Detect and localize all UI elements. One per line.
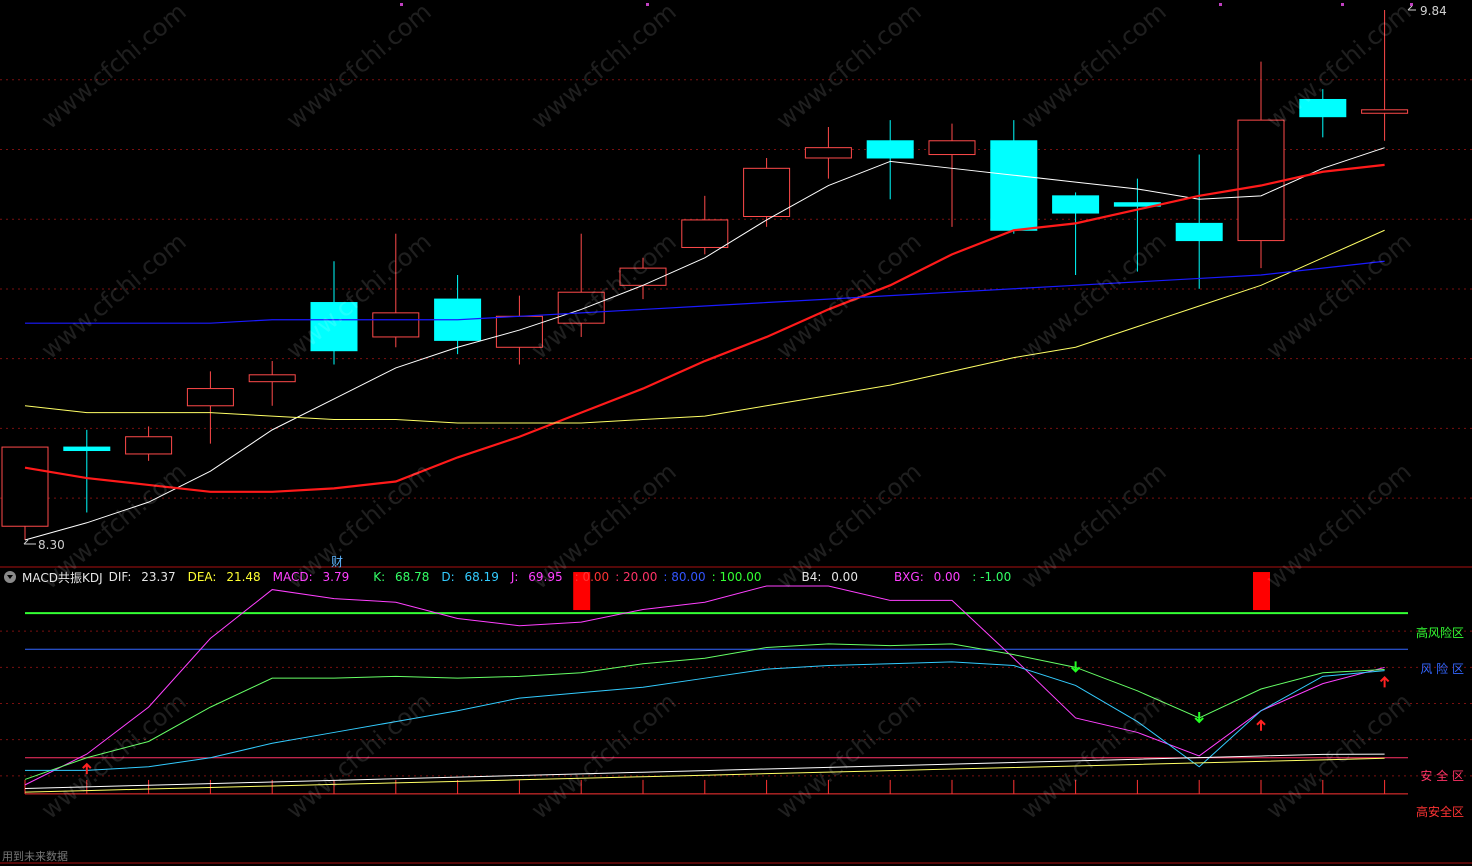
kline-chart: www.cfchi.com www.cfchi.com www.cfchi.com w… bbox=[0, 0, 1472, 864]
zone-high-safe-label: 高安全区 bbox=[1415, 805, 1464, 819]
footer-future-data[interactable]: 用到未来数据 bbox=[2, 848, 68, 864]
dif-label: DIF: bbox=[108, 570, 132, 584]
zone-risk-label: 风 险 区 bbox=[1420, 662, 1464, 676]
watermark-text: www.cfchi.com bbox=[771, 0, 927, 135]
zone-safe-label: 安 全 区 bbox=[1420, 769, 1464, 783]
k-value: 68.78 bbox=[394, 570, 430, 584]
price-high-label: 9.84 bbox=[1420, 4, 1447, 18]
candle-up bbox=[372, 312, 420, 338]
watermark-text: www.cfchi.com bbox=[1261, 457, 1417, 594]
zone-high-risk-label: 高风险区 bbox=[1415, 626, 1464, 640]
collapse-icon[interactable] bbox=[4, 571, 16, 583]
top-tick-mark bbox=[1341, 3, 1344, 6]
dif-value: 23.37 bbox=[141, 570, 176, 584]
candle-up bbox=[248, 374, 296, 383]
level-80: : 80.00 bbox=[663, 570, 706, 584]
ma60-line bbox=[25, 260, 1385, 324]
watermark-text: www.cfchi.com bbox=[281, 0, 437, 135]
watermark-text: www.cfchi.com bbox=[281, 687, 437, 824]
b4-label: B4: bbox=[801, 570, 822, 584]
indicator-header: MACD共振KDJ DIF: 23.37 DEA: 21.48 MACD: 3.… bbox=[4, 569, 1017, 585]
candle-up bbox=[1237, 119, 1285, 242]
b4-value: 0.00 bbox=[831, 570, 858, 584]
watermark-text: www.cfchi.com bbox=[1016, 227, 1172, 364]
dea-value: 21.48 bbox=[226, 570, 261, 584]
watermark-text: www.cfchi.com bbox=[526, 227, 682, 364]
watermark-text: www.cfchi.com bbox=[1016, 0, 1172, 135]
watermark-text: www.cfchi.com bbox=[526, 687, 682, 824]
buy-arrow-icon bbox=[1256, 719, 1266, 731]
watermark-text: www.cfchi.com bbox=[1016, 687, 1172, 824]
candle-down bbox=[1052, 195, 1100, 214]
level-0: : 0.00 bbox=[574, 570, 610, 584]
d-value: 68.19 bbox=[464, 570, 499, 584]
candle-down bbox=[63, 446, 111, 452]
price-low-label: 8.30 bbox=[38, 538, 65, 552]
watermark-text: www.cfchi.com bbox=[771, 227, 927, 364]
watermark-text: www.cfchi.com bbox=[1016, 457, 1172, 594]
candle-up bbox=[1361, 109, 1409, 114]
level-100: : 100.00 bbox=[711, 570, 762, 584]
bxg-value: 0.00 bbox=[933, 570, 961, 584]
price-high-pointer bbox=[1407, 5, 1416, 11]
top-tick-mark bbox=[646, 3, 649, 6]
candle-down bbox=[1175, 222, 1223, 242]
watermark-text: www.cfchi.com bbox=[526, 0, 682, 135]
level-20: : 20.00 bbox=[615, 570, 658, 584]
candle-down bbox=[866, 140, 914, 159]
top-tick-mark bbox=[1410, 3, 1413, 6]
price-low-pointer bbox=[23, 539, 36, 545]
dea-label: DEA: bbox=[187, 570, 217, 584]
bxg-label: BXG: bbox=[893, 570, 924, 584]
candle-up bbox=[1, 446, 49, 527]
top-tick-mark bbox=[1219, 3, 1222, 6]
top-tick-mark bbox=[400, 3, 403, 6]
watermark-text: www.cfchi.com bbox=[36, 0, 192, 135]
watermark-text: www.cfchi.com bbox=[281, 227, 437, 364]
candle-up bbox=[804, 147, 852, 159]
macd-label: MACD: bbox=[272, 570, 313, 584]
watermark-text: www.cfchi.com bbox=[771, 687, 927, 824]
dea-line bbox=[24, 643, 1385, 780]
k-label: K: bbox=[373, 570, 386, 584]
indicator-name[interactable]: MACD共振KDJ bbox=[22, 569, 103, 586]
watermark-text: www.cfchi.com bbox=[1261, 227, 1417, 364]
candle-down bbox=[990, 140, 1038, 231]
d-label: D: bbox=[441, 570, 455, 584]
k-line bbox=[25, 661, 1385, 771]
j-value: 69.95 bbox=[528, 570, 563, 584]
dif-line bbox=[24, 585, 1385, 786]
watermark-text: www.cfchi.com bbox=[36, 687, 192, 824]
macd-value: 3.79 bbox=[322, 570, 350, 584]
candle-up bbox=[743, 167, 791, 217]
bxg-extra: : -1.00 bbox=[972, 570, 1012, 584]
watermark-text: www.cfchi.com bbox=[1261, 687, 1417, 824]
finance-marker[interactable]: 财 bbox=[331, 553, 343, 570]
watermark-text: www.cfchi.com bbox=[36, 227, 192, 364]
chart-stage: www.cfchi.com www.cfchi.com www.cfchi.com w… bbox=[0, 0, 1472, 866]
candle-up bbox=[186, 388, 234, 407]
candle-up bbox=[681, 219, 729, 248]
candle-up bbox=[125, 436, 173, 455]
j-label: J: bbox=[510, 570, 519, 584]
candle-up bbox=[928, 140, 976, 156]
buy-arrow-icon bbox=[1379, 676, 1390, 688]
